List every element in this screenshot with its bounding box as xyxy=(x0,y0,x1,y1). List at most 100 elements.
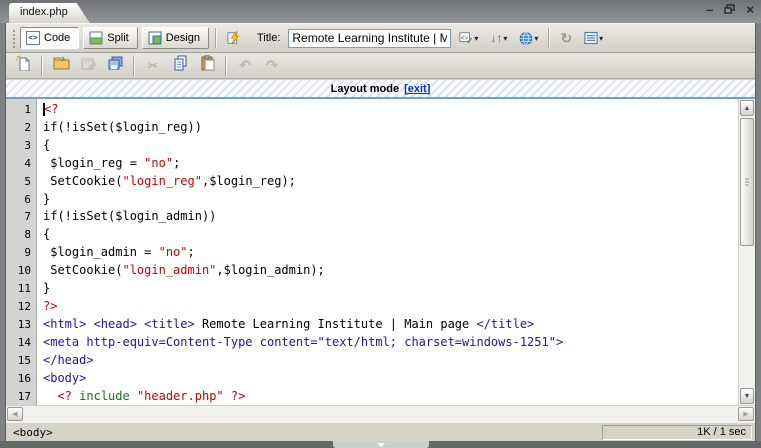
code-line[interactable]: <? xyxy=(43,101,738,119)
code-token: ?> xyxy=(230,388,246,403)
scroll-down-button[interactable]: ▼ xyxy=(740,388,754,405)
view-options-button[interactable]: ▾ xyxy=(580,26,607,50)
document-tab[interactable]: index.php xyxy=(9,3,90,23)
line-number: 3 xyxy=(24,138,31,152)
code-line[interactable]: } xyxy=(43,280,738,298)
globe-icon xyxy=(519,31,533,45)
open-file-button[interactable] xyxy=(50,55,72,76)
toolbar-grip-handle[interactable] xyxy=(11,28,16,48)
put-file-icon: ↑ xyxy=(496,31,503,45)
scroll-right-button[interactable]: ▶ xyxy=(738,407,754,422)
line-number: 1 xyxy=(24,103,31,116)
code-line[interactable]: { xyxy=(43,137,738,155)
code-line[interactable]: <meta http-equiv=Content-Type content="t… xyxy=(43,334,738,352)
code-token: include xyxy=(79,388,130,403)
code-line[interactable]: $login_admin = "no"; xyxy=(43,244,738,262)
code-token: </title> xyxy=(476,316,535,331)
scroll-up-button[interactable]: ▲ xyxy=(740,100,754,116)
code-line[interactable]: SetCookie("login_admin",$login_admin); xyxy=(43,262,738,280)
save-button[interactable] xyxy=(77,55,99,76)
code-token: if(!isSet($login_admin)) xyxy=(43,209,217,224)
code-token: $login_reg = xyxy=(43,155,145,170)
line-number: 16 xyxy=(17,371,31,385)
code-line[interactable]: $login_reg = "no"; xyxy=(43,155,738,173)
code-token: <meta http-equiv=Content-Type content="t… xyxy=(43,334,564,349)
new-document-button[interactable] xyxy=(12,55,34,76)
code-line[interactable]: ?> xyxy=(43,298,738,316)
code-line[interactable]: { xyxy=(43,226,738,244)
code-token: <? xyxy=(44,102,59,116)
code-view-icon: <> xyxy=(26,31,40,45)
check-page-button[interactable]: <> ✓ ▾ xyxy=(455,26,482,50)
close-button[interactable]: × xyxy=(746,3,754,16)
line-number: 6 xyxy=(24,192,31,206)
design-view-label: Design xyxy=(165,32,200,44)
layout-mode-exit-link[interactable]: [exit] xyxy=(404,83,430,95)
tag-selector-body[interactable]: <body> xyxy=(13,426,53,439)
undo-button[interactable]: ↶ xyxy=(234,55,256,76)
code-line[interactable]: <body> xyxy=(43,370,738,388)
scroll-left-button[interactable]: ◀ xyxy=(7,407,23,422)
editor-window: index.php – × <> Code Split Design Title… xyxy=(0,0,761,448)
document-tab-label: index.php xyxy=(20,6,68,18)
refresh-design-view-button[interactable]: ↻ xyxy=(556,26,576,50)
code-token: ?> xyxy=(43,298,58,313)
panel-expander-arrow-icon xyxy=(376,442,385,447)
code-token: <html> <head> <title> xyxy=(43,316,195,331)
document-size-indicator: 1K / 1 sec xyxy=(602,424,752,440)
scissors-icon: ✂ xyxy=(147,57,159,73)
code-line[interactable]: </head> xyxy=(43,352,738,370)
layout-mode-bar: Layout mode [exit] xyxy=(6,79,755,99)
copy-button[interactable] xyxy=(169,55,191,76)
paste-button[interactable] xyxy=(196,55,218,76)
layout-mode-label: Layout mode xyxy=(330,82,400,95)
code-line[interactable]: } xyxy=(43,191,738,209)
code-token: ,$login_reg); xyxy=(201,173,296,188)
code-line[interactable]: if(!isSet($login_reg)) xyxy=(43,119,738,137)
chevron-down-icon: ▾ xyxy=(599,33,604,43)
code-token: ; xyxy=(187,245,195,260)
panel-expander-button[interactable] xyxy=(332,441,429,448)
design-view-button[interactable]: Design xyxy=(141,27,209,49)
code-token: } xyxy=(43,191,51,206)
live-data-view-button[interactable] xyxy=(223,26,245,50)
code-line[interactable]: if(!isSet($login_admin)) xyxy=(43,208,738,226)
document-title-input[interactable] xyxy=(288,28,452,48)
vertical-scrollbar-track[interactable] xyxy=(739,247,755,387)
check-page-icon: <> ✓ xyxy=(459,31,473,45)
vertical-scrollbar[interactable]: ▲ ▼ xyxy=(738,99,755,406)
horizontal-scrollbar[interactable]: ◀ ▶ xyxy=(6,405,755,423)
line-number: 2 xyxy=(24,120,31,134)
line-number: 5 xyxy=(24,174,31,188)
document-tab-bar: index.php – × xyxy=(0,0,761,23)
view-options-icon xyxy=(584,31,598,45)
code-view-label: Code xyxy=(44,32,71,44)
scroll-down-icon: ▼ xyxy=(743,392,751,400)
minimize-button[interactable]: – xyxy=(706,3,713,16)
code-token: "login_reg" xyxy=(122,173,202,188)
undo-icon: ↶ xyxy=(239,57,251,73)
code-editor: 1 2 3 4 5 6 7 8 9 10 11 12 13 14 15 16 17 <? if(!isSet($l… xyxy=(6,99,755,406)
restore-button[interactable] xyxy=(724,3,736,16)
split-view-button[interactable]: Split xyxy=(83,27,138,49)
standard-toolbar: ✂ ↶ ↷ xyxy=(6,53,755,79)
line-number: 13 xyxy=(17,317,31,331)
toolbar-separator xyxy=(41,55,43,76)
code-line[interactable]: <html> <head> <title> Remote Learning In… xyxy=(43,316,738,334)
cut-button[interactable]: ✂ xyxy=(142,55,164,76)
code-view-button[interactable]: <> Code xyxy=(20,27,80,49)
preview-in-browser-button[interactable]: ▾ xyxy=(515,26,542,50)
vertical-scrollbar-thumb[interactable] xyxy=(740,118,754,246)
save-all-button[interactable] xyxy=(104,55,126,76)
paste-icon xyxy=(200,55,215,76)
chevron-down-icon: ▾ xyxy=(534,33,539,43)
code-lines[interactable]: <? if(!isSet($login_reg)) { $login_reg = "… xyxy=(37,99,738,405)
redo-button[interactable]: ↷ xyxy=(261,55,283,76)
code-line[interactable]: SetCookie("login_reg",$login_reg); xyxy=(43,173,738,191)
document-window-content: <> Code Split Design Title: Remote Learn… xyxy=(5,23,756,442)
scroll-left-icon: ◀ xyxy=(12,411,18,419)
file-management-button[interactable]: ↓ ↑ ▾ xyxy=(486,26,511,50)
code-token: "no" xyxy=(158,245,188,260)
code-line[interactable]: <? include "header.php" ?> xyxy=(43,388,738,406)
